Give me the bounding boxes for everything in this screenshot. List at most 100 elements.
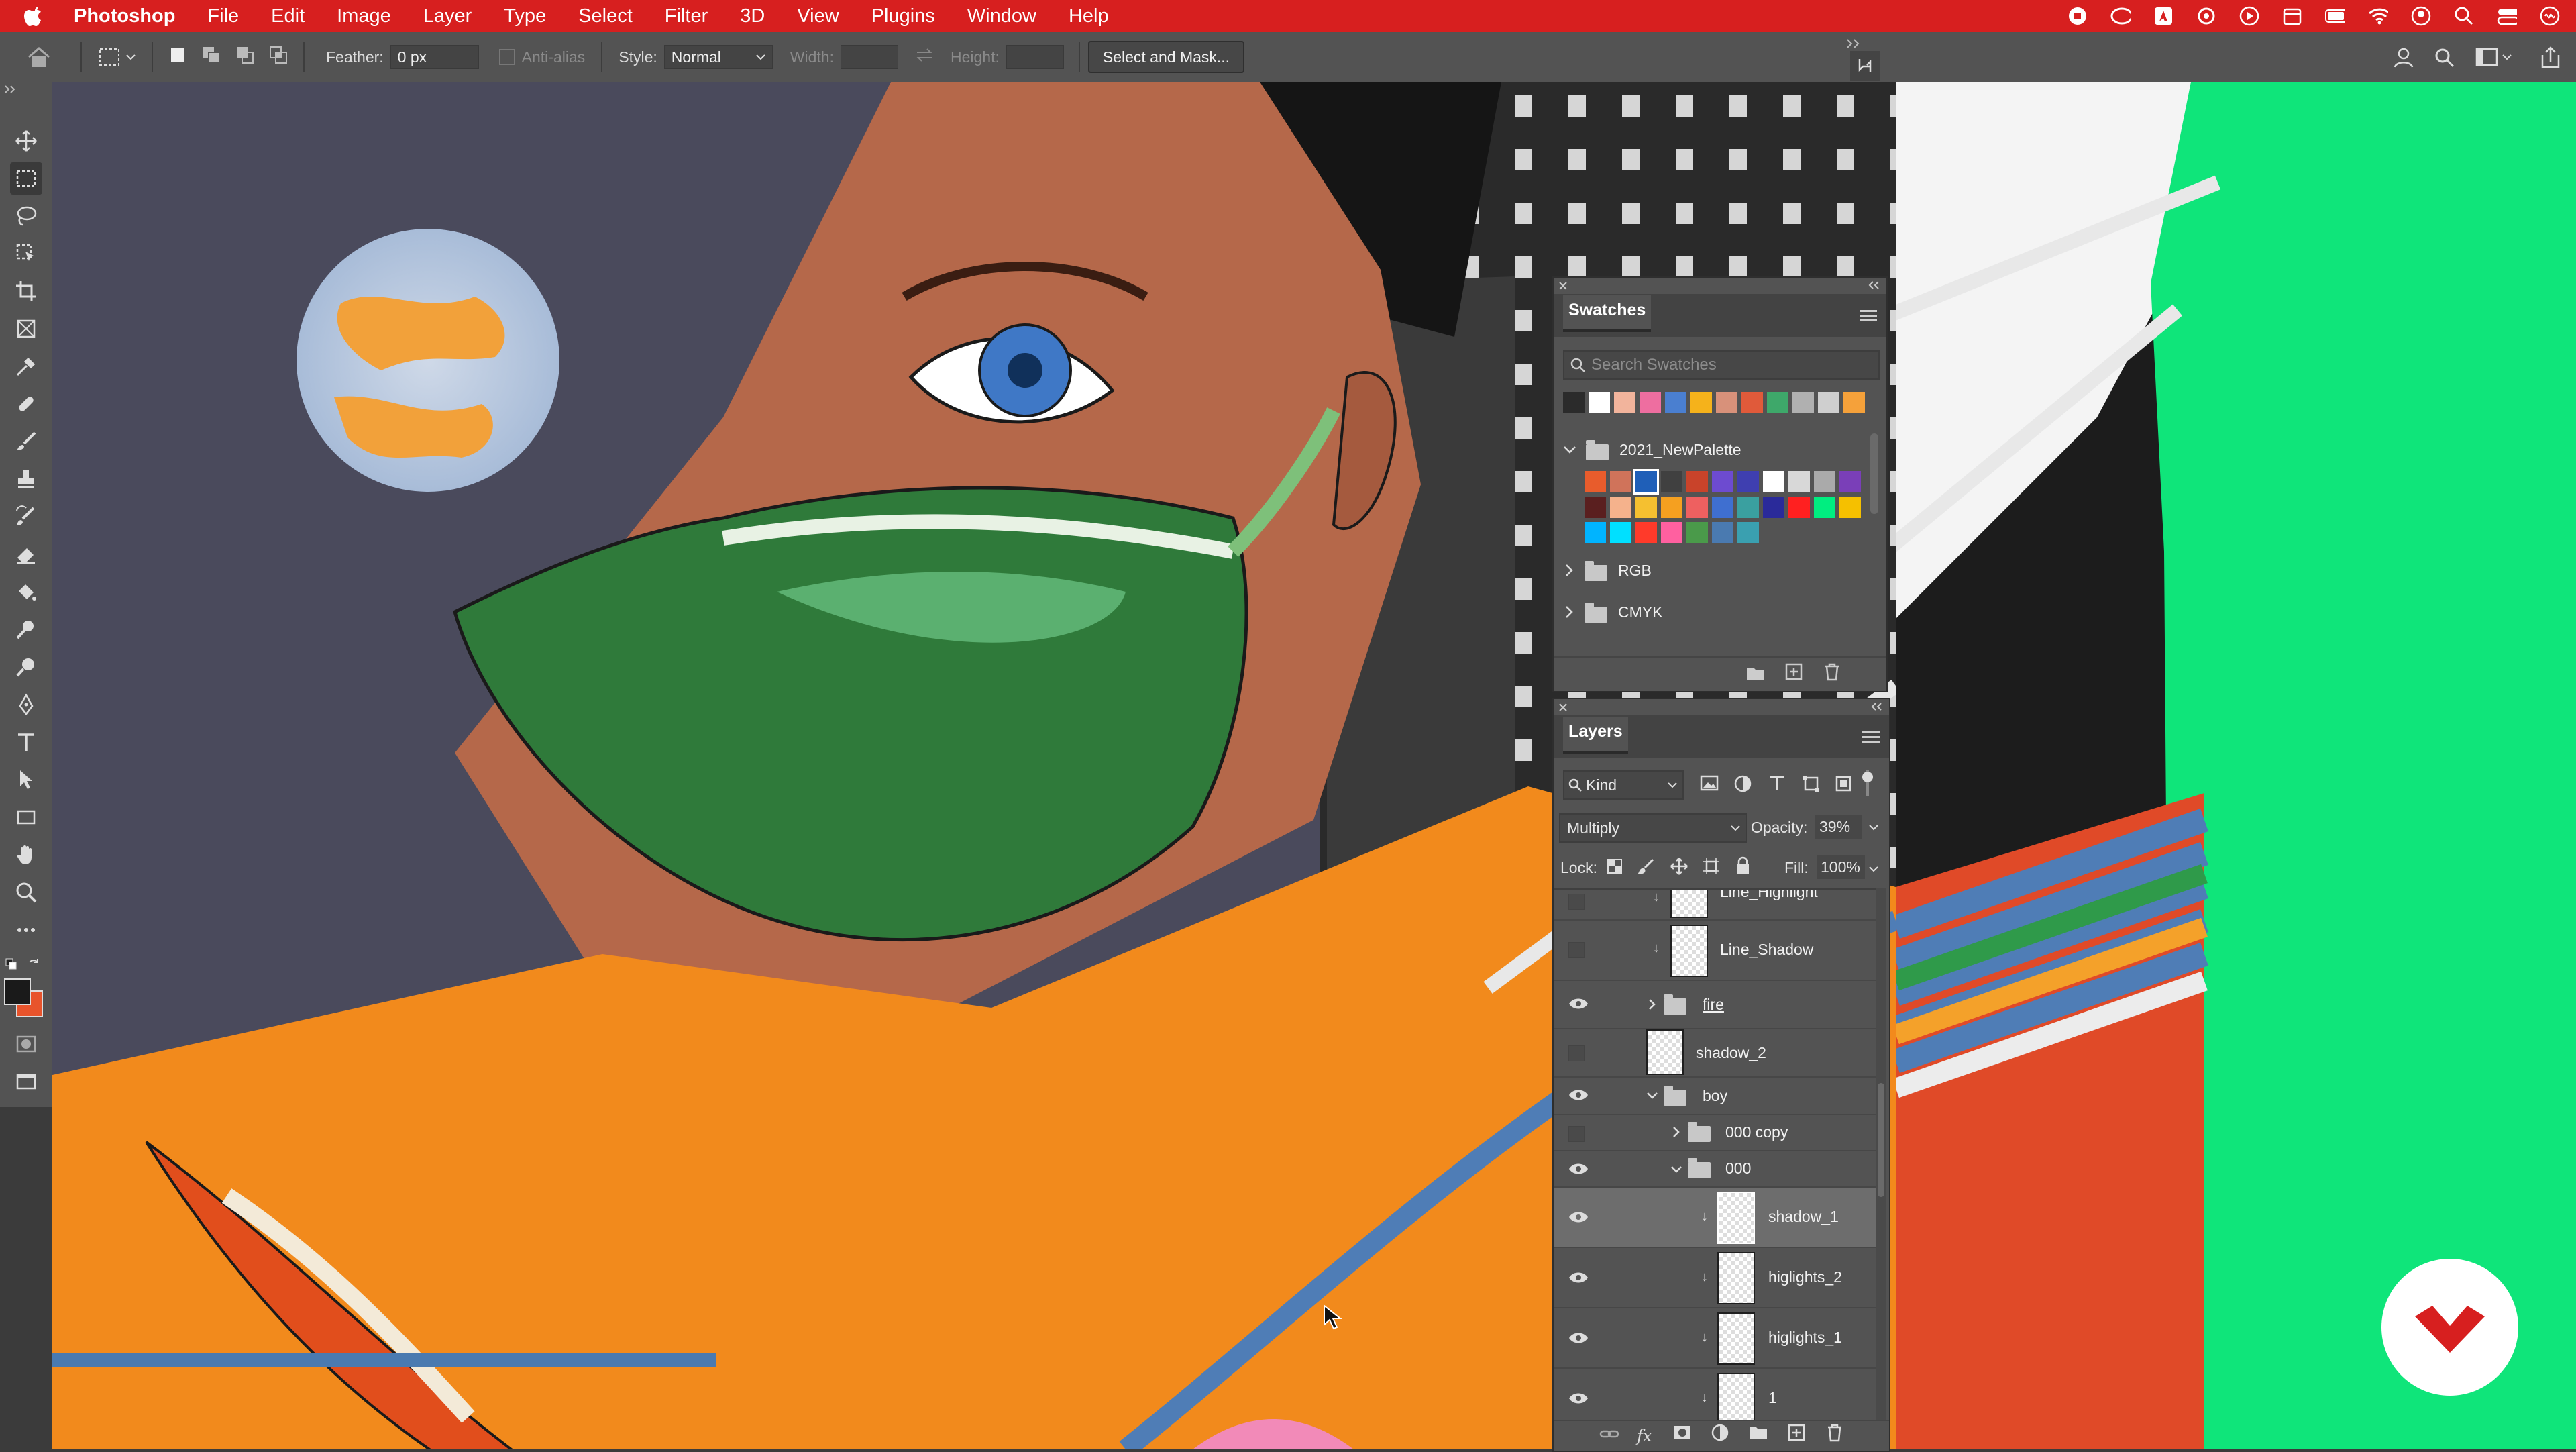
lasso-tool-icon[interactable] <box>10 200 42 232</box>
visibility-toggle[interactable] <box>1568 1045 1585 1061</box>
panel-menu-icon[interactable] <box>1862 729 1880 745</box>
layer-group-row[interactable]: fire <box>1554 981 1876 1029</box>
adjustment-layer-icon[interactable] <box>1711 1423 1729 1445</box>
layer-row[interactable]: ↓ higlights_1 <box>1554 1308 1876 1369</box>
style-select[interactable]: Normal <box>663 45 773 69</box>
new-swatch-icon[interactable] <box>1784 662 1803 684</box>
layer-group-row[interactable]: boy <box>1554 1078 1876 1115</box>
history-brush-icon[interactable] <box>10 501 42 533</box>
eyedropper-icon[interactable] <box>10 350 42 382</box>
opacity-input[interactable]: 39% <box>1815 815 1862 839</box>
zoom-tool-icon[interactable] <box>10 876 42 909</box>
clone-stamp-icon[interactable] <box>10 463 42 495</box>
swatch-group-rgb[interactable]: RGB <box>1554 550 1862 590</box>
recent-swatch[interactable] <box>1767 392 1788 413</box>
delete-swatch-icon[interactable] <box>1823 662 1841 684</box>
layer-effects-icon[interactable]: fx <box>1637 1427 1652 1445</box>
chevron-right-icon[interactable] <box>1648 998 1657 1010</box>
delete-layer-icon[interactable] <box>1826 1423 1843 1445</box>
palette-swatch[interactable] <box>1635 497 1657 518</box>
eye-icon[interactable] <box>1568 1162 1589 1176</box>
share-user-icon[interactable] <box>2392 46 2415 72</box>
share-icon[interactable] <box>2540 46 2561 72</box>
palette-swatch[interactable] <box>1712 497 1733 518</box>
palette-swatch[interactable] <box>1686 497 1708 518</box>
layer-row[interactable]: ↓ Line_Shadow <box>1554 919 1876 981</box>
filter-type-icon[interactable] <box>1768 774 1786 795</box>
menu-layer[interactable]: Layer <box>423 5 472 28</box>
workspace-icon[interactable] <box>2475 47 2512 67</box>
recent-swatch[interactable] <box>1818 392 1839 413</box>
panel-close-icon[interactable] <box>1558 702 1568 716</box>
menu-type[interactable]: Type <box>504 5 546 28</box>
recent-swatch[interactable] <box>1716 392 1737 413</box>
panel-collapse-icon[interactable] <box>1870 702 1884 715</box>
move-tool-icon[interactable] <box>10 125 42 157</box>
home-icon[interactable] <box>24 46 54 68</box>
object-selection-icon[interactable] <box>10 238 42 270</box>
search-icon[interactable] <box>2434 47 2455 72</box>
rectangle-tool-icon[interactable] <box>10 801 42 833</box>
lock-position-icon[interactable] <box>1670 858 1688 878</box>
adobe-icon[interactable] <box>2153 6 2174 26</box>
menu-3d[interactable]: 3D <box>740 5 765 28</box>
lock-transparent-icon[interactable] <box>1606 858 1623 878</box>
palette-swatch[interactable] <box>1737 471 1759 492</box>
lock-all-icon[interactable] <box>1735 856 1751 878</box>
more-tools-icon[interactable] <box>10 914 42 946</box>
eye-icon[interactable] <box>1568 1331 1589 1345</box>
recent-swatch[interactable] <box>1665 392 1686 413</box>
menu-plugins[interactable]: Plugins <box>871 5 935 28</box>
palette-swatch[interactable] <box>1839 471 1861 492</box>
visibility-toggle[interactable] <box>1568 894 1585 910</box>
filter-toggle[interactable] <box>1861 770 1874 796</box>
menu-file[interactable]: File <box>207 5 239 28</box>
filter-shape-icon[interactable] <box>1802 774 1821 796</box>
dodge-tool-icon[interactable] <box>10 651 42 683</box>
extension-icon[interactable] <box>2196 6 2216 26</box>
menu-select[interactable]: Select <box>578 5 633 28</box>
menu-view[interactable]: View <box>797 5 839 28</box>
layer-row-selected[interactable]: ↓ shadow_1 <box>1554 1188 1876 1248</box>
new-group-icon[interactable] <box>1746 664 1766 684</box>
palette-swatch[interactable] <box>1610 471 1631 492</box>
intersect-selection-icon[interactable] <box>268 45 288 69</box>
apple-icon[interactable] <box>24 5 48 27</box>
fill-dropdown-icon[interactable] <box>1869 866 1878 872</box>
hand-tool-icon[interactable] <box>10 839 42 871</box>
visibility-toggle[interactable] <box>1568 1126 1585 1142</box>
palette-swatch[interactable] <box>1763 471 1784 492</box>
user-icon[interactable] <box>2411 6 2431 26</box>
palette-swatch[interactable] <box>1610 497 1631 518</box>
document-canvas-right[interactable] <box>1896 82 2576 1449</box>
palette-swatch[interactable] <box>1788 471 1810 492</box>
anti-alias-checkbox[interactable] <box>498 49 515 65</box>
menu-image[interactable]: Image <box>337 5 391 28</box>
panel-collapse-icon[interactable] <box>1868 280 1881 293</box>
new-layer-icon[interactable] <box>1787 1423 1806 1445</box>
palette-swatch[interactable] <box>1610 522 1631 543</box>
new-selection-icon[interactable] <box>168 45 188 69</box>
creative-cloud-icon[interactable] <box>2110 6 2131 26</box>
palette-swatch[interactable] <box>1585 471 1606 492</box>
tab-layers[interactable]: Layers <box>1563 717 1628 754</box>
eye-icon[interactable] <box>1568 1271 1589 1284</box>
chevron-down-icon[interactable] <box>1670 1165 1682 1174</box>
swap-colors-icon[interactable] <box>27 957 42 975</box>
link-layers-icon[interactable] <box>1599 1426 1619 1445</box>
eraser-icon[interactable] <box>10 538 42 570</box>
eye-icon[interactable] <box>1568 1210 1589 1224</box>
layers-scrollbar[interactable] <box>1876 888 1886 1436</box>
palette-swatch[interactable] <box>1763 497 1784 518</box>
eye-icon[interactable] <box>1568 1088 1589 1102</box>
palette-swatch[interactable] <box>1635 522 1657 543</box>
palette-swatch[interactable] <box>1839 497 1861 518</box>
new-group-icon[interactable] <box>1748 1423 1768 1444</box>
record-icon[interactable] <box>2068 6 2088 26</box>
recent-swatch[interactable] <box>1589 392 1610 413</box>
palette-swatch[interactable] <box>1814 471 1835 492</box>
recent-swatch[interactable] <box>1614 392 1635 413</box>
layer-row[interactable]: ↓ higlights_2 <box>1554 1248 1876 1308</box>
opacity-dropdown-icon[interactable] <box>1869 824 1878 831</box>
type-tool-icon[interactable] <box>10 726 42 758</box>
